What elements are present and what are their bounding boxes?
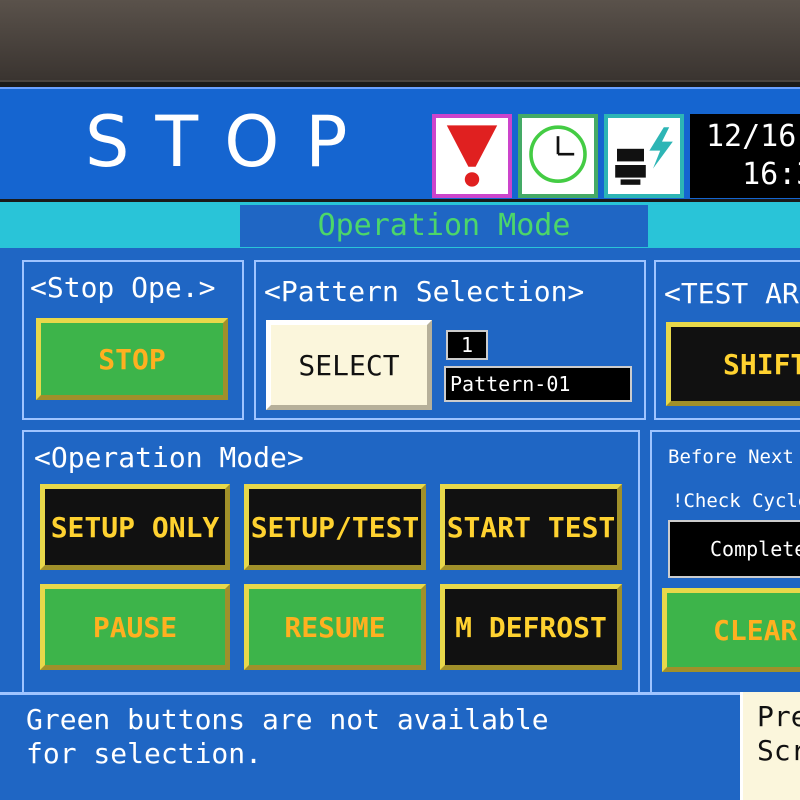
stop-panel-title: <Stop Ope.> bbox=[30, 271, 216, 304]
message-area: Green buttons are not available for sele… bbox=[0, 692, 740, 800]
pause-button[interactable]: PAUSE bbox=[40, 584, 230, 670]
communication-icon[interactable] bbox=[604, 114, 684, 198]
clock-icon[interactable] bbox=[518, 114, 598, 198]
previous-screen-button[interactable]: Pre Scr bbox=[740, 692, 800, 800]
pattern-panel-title: <Pattern Selection> bbox=[264, 275, 585, 308]
time-text: 16:3 bbox=[742, 157, 800, 192]
operation-panel-title: <Operation Mode> bbox=[34, 441, 304, 474]
status-title: STOP bbox=[85, 101, 374, 183]
resume-button[interactable]: RESUME bbox=[244, 584, 426, 670]
pattern-name-display: Pattern-01 bbox=[444, 366, 632, 402]
m-defrost-button[interactable]: M DEFROST bbox=[440, 584, 622, 670]
check-cycle-label: !Check Cycle bbox=[672, 490, 800, 512]
setup-only-button[interactable]: SETUP ONLY bbox=[40, 484, 230, 570]
select-pattern-button[interactable]: SELECT bbox=[266, 320, 432, 410]
stop-button[interactable]: STOP bbox=[36, 318, 228, 400]
datetime-display: 12/16 16:3 bbox=[690, 114, 800, 198]
message-line-2: for selection. bbox=[26, 737, 263, 770]
cycle-status-display: Complete bbox=[668, 520, 800, 578]
test-panel-title: <TEST AR bbox=[664, 277, 799, 310]
alarm-icon[interactable] bbox=[432, 114, 512, 198]
clear-button[interactable]: CLEAR bbox=[662, 588, 800, 672]
message-line-1: Green buttons are not available bbox=[26, 703, 549, 736]
prev-button-line-2: Scr bbox=[757, 734, 800, 767]
shift-button[interactable]: SHIFT bbox=[666, 322, 800, 406]
hmi-screen: STOP 12/16 16:3 Operation Mode bbox=[0, 82, 800, 800]
date-text: 12/16 bbox=[706, 119, 797, 154]
screen-title: Operation Mode Selection bbox=[240, 205, 648, 285]
setup-test-button[interactable]: SETUP/TEST bbox=[244, 484, 426, 570]
prev-button-line-1: Pre bbox=[757, 700, 800, 733]
start-test-button[interactable]: START TEST bbox=[440, 484, 622, 570]
monitor-bezel bbox=[0, 0, 800, 80]
pattern-number-display: 1 bbox=[446, 330, 488, 360]
header-bar: STOP 12/16 16:3 bbox=[0, 87, 800, 199]
before-next-label: Before Next bbox=[668, 446, 794, 468]
